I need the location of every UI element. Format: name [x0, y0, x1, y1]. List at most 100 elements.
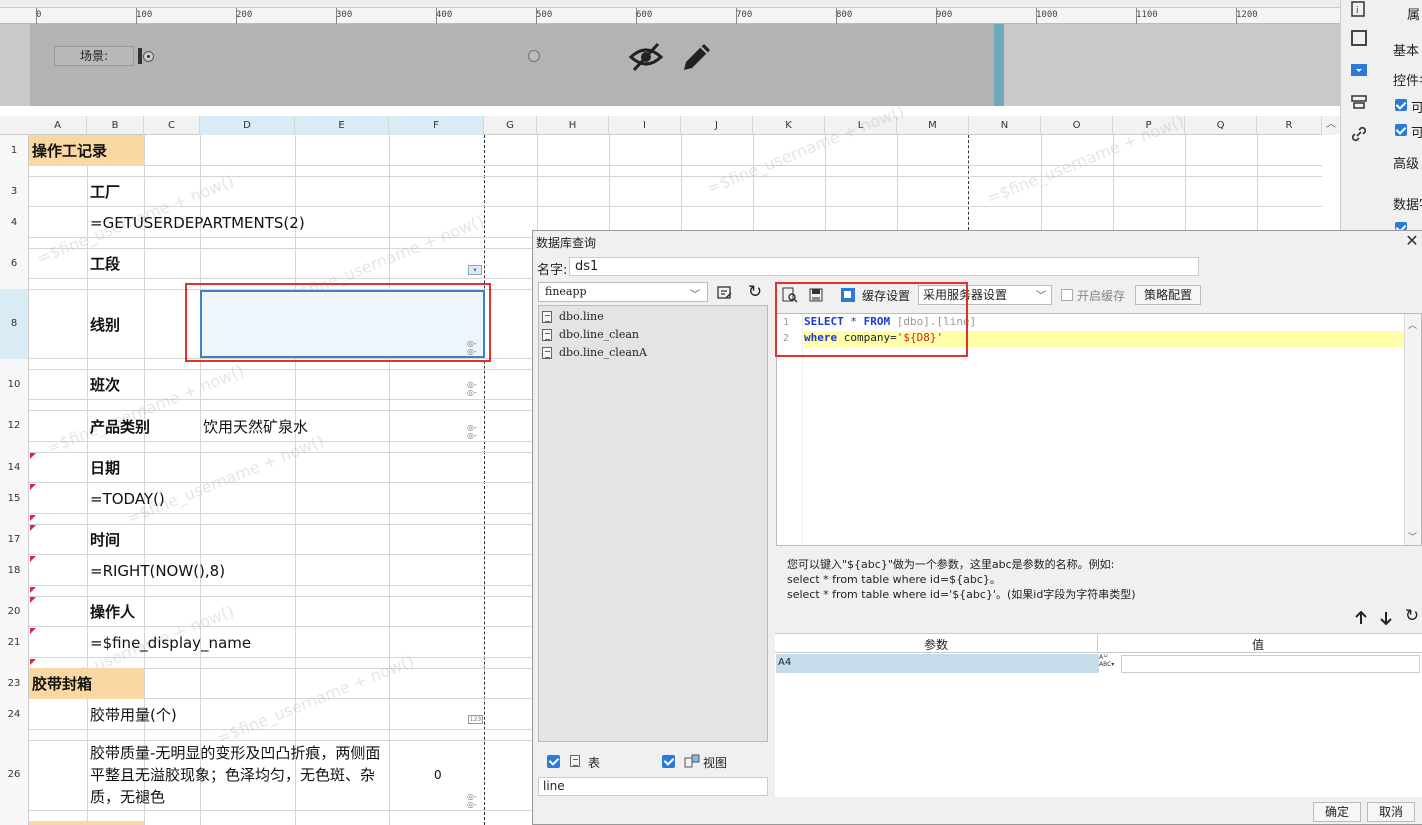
row-header[interactable]: 1: [0, 135, 29, 166]
arrow-up-icon[interactable]: [1354, 611, 1368, 625]
chevron-down-icon[interactable]: ﹀: [1036, 287, 1046, 302]
formula-cell[interactable]: =RIGHT(NOW(),8): [90, 555, 225, 586]
properties-tab[interactable]: 属: [1407, 4, 1420, 23]
radio-button[interactable]: [143, 51, 154, 62]
row-header-spacer[interactable]: [0, 586, 29, 596]
show-tables-checkbox[interactable]: [547, 755, 560, 768]
column-header[interactable]: I: [609, 116, 681, 135]
row-header[interactable]: 10: [0, 369, 29, 400]
row-header[interactable]: 15: [0, 483, 29, 514]
column-header[interactable]: J: [681, 116, 753, 135]
column-header[interactable]: D: [200, 116, 295, 135]
table-list-item[interactable]: dbo.line: [542, 310, 604, 323]
column-header[interactable]: R: [1257, 116, 1322, 135]
label-cell[interactable]: 时间: [90, 524, 120, 555]
cancel-button[interactable]: 取消: [1367, 802, 1415, 822]
table-search-input[interactable]: line: [538, 777, 768, 796]
row-header-spacer[interactable]: [0, 810, 29, 825]
value-type-icon[interactable]: A¹² ABC▾: [1099, 654, 1119, 673]
edit-connection-icon[interactable]: [716, 284, 734, 302]
row-header[interactable]: 23: [0, 668, 29, 699]
column-header[interactable]: O: [1041, 116, 1113, 135]
row-header[interactable]: 12: [0, 410, 29, 442]
column-header[interactable]: L: [825, 116, 897, 135]
parameter-name[interactable]: A4: [778, 657, 791, 668]
section-header-cell[interactable]: 胶带封箱: [29, 668, 144, 699]
enable-cache-checkbox[interactable]: [1061, 289, 1073, 301]
dropdown-widget-icon[interactable]: ▾: [468, 265, 482, 275]
row-header-spacer[interactable]: [0, 730, 29, 740]
value-cell[interactable]: 饮用天然矿泉水: [203, 410, 308, 442]
basic-section[interactable]: 基本: [1393, 40, 1419, 59]
column-header[interactable]: E: [295, 116, 389, 135]
row-header-spacer[interactable]: [0, 166, 29, 176]
chevron-down-icon[interactable]: ﹀: [690, 286, 702, 301]
connection-select[interactable]: fineapp: [538, 282, 708, 302]
formula-cell[interactable]: =GETUSERDEPARTMENTS(2): [90, 207, 305, 238]
frame-icon[interactable]: [1349, 28, 1369, 48]
option-checkbox[interactable]: [1395, 99, 1407, 111]
row-header-spacer[interactable]: [0, 442, 29, 452]
layers-icon[interactable]: [1349, 92, 1369, 112]
row-header[interactable]: 26: [0, 740, 29, 810]
scroll-up-icon[interactable]: ︿: [1322, 116, 1340, 135]
scroll-up-icon[interactable]: ︿: [1408, 318, 1417, 331]
table-list-item[interactable]: dbo.line_clean: [542, 328, 639, 341]
info-icon[interactable]: i: [1349, 0, 1369, 20]
row-header[interactable]: 3: [0, 176, 29, 207]
column-header[interactable]: F: [389, 116, 484, 135]
column-header[interactable]: M: [897, 116, 969, 135]
label-cell[interactable]: 操作人: [90, 596, 135, 627]
refresh-icon[interactable]: ↻: [1403, 607, 1421, 625]
row-header[interactable]: 14: [0, 452, 29, 483]
formula-cell[interactable]: =$fine_display_name: [90, 627, 251, 658]
widget-handle-icon[interactable]: ◎- ◎-: [467, 381, 479, 397]
row-header-spacer[interactable]: [0, 359, 29, 369]
widget-handle-icon[interactable]: ◎- ◎-: [467, 340, 479, 356]
label-cell[interactable]: 胶带质量-无明显的变形及凹凸折痕，两侧面平整且无溢胶现象；色泽均匀，无色斑、杂质…: [90, 742, 388, 808]
dropdown-widget-icon[interactable]: [1349, 60, 1369, 80]
row-header-spacer[interactable]: [0, 658, 29, 668]
radio-button[interactable]: [528, 50, 540, 62]
row-header[interactable]: 17: [0, 524, 29, 555]
column-header[interactable]: G: [484, 116, 537, 135]
row-header[interactable]: 8: [0, 289, 29, 359]
label-cell[interactable]: 产品类别: [90, 410, 150, 442]
row-header[interactable]: 18: [0, 555, 29, 586]
row-header[interactable]: 6: [0, 248, 29, 279]
option-checkbox[interactable]: [1395, 222, 1407, 230]
advanced-section[interactable]: 高级: [1393, 153, 1419, 172]
value-cell[interactable]: 0: [434, 740, 442, 810]
close-icon[interactable]: ✕: [1404, 233, 1420, 249]
editor-scrollbar[interactable]: [1404, 314, 1421, 545]
column-header[interactable]: K: [753, 116, 825, 135]
row-header[interactable]: 20: [0, 596, 29, 627]
policy-config-button[interactable]: 策略配置: [1135, 285, 1201, 305]
pencil-icon[interactable]: [680, 40, 714, 74]
row-header-spacer[interactable]: [0, 238, 29, 248]
row-header-spacer[interactable]: [0, 400, 29, 410]
row-header-spacer[interactable]: [0, 279, 29, 289]
column-header[interactable]: C: [144, 116, 200, 135]
column-header[interactable]: B: [87, 116, 144, 135]
row-header[interactable]: 4: [0, 207, 29, 238]
pane-resize-handle[interactable]: [994, 24, 1004, 106]
parameter-row[interactable]: [776, 654, 1099, 673]
column-header[interactable]: P: [1113, 116, 1185, 135]
refresh-icon[interactable]: ↻: [746, 283, 764, 301]
column-header[interactable]: N: [969, 116, 1041, 135]
option-checkbox[interactable]: [1395, 124, 1407, 136]
section-header-cell[interactable]: 操作工记录: [29, 135, 144, 166]
table-list-item[interactable]: dbo.line_cleanA: [542, 346, 647, 359]
row-header-spacer[interactable]: [0, 514, 29, 524]
scroll-down-icon[interactable]: ﹀: [1408, 530, 1417, 543]
ok-button[interactable]: 确定: [1313, 802, 1361, 822]
dataset-name-input[interactable]: ds1: [569, 257, 1199, 276]
column-header[interactable]: Q: [1185, 116, 1257, 135]
column-header[interactable]: H: [537, 116, 609, 135]
widget-handle-icon[interactable]: ◎- ◎-: [467, 424, 479, 440]
label-cell[interactable]: 工厂: [90, 176, 120, 207]
formula-cell[interactable]: =TODAY(): [90, 483, 165, 514]
show-views-checkbox[interactable]: [662, 755, 675, 768]
scene-label[interactable]: 场景:: [54, 46, 134, 66]
